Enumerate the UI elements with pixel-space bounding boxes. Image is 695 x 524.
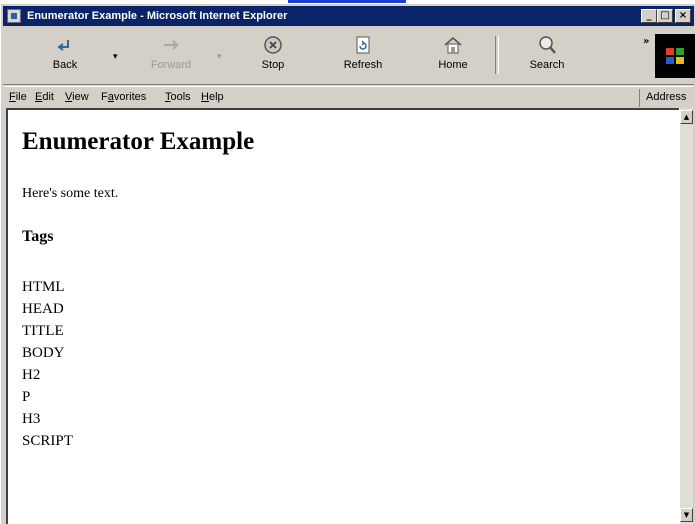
stop-icon [264,36,282,54]
tags-heading: Tags [22,228,54,245]
list-item: P [22,389,31,405]
scroll-up-icon[interactable]: ▲ [680,110,693,124]
forward-dropdown-icon[interactable]: ▾ [217,52,222,62]
forward-arrow-icon [164,40,179,50]
refresh-button[interactable]: Refresh [337,32,389,80]
search-icon [539,36,556,54]
menu-edit[interactable]: Edit [35,90,54,104]
back-dropdown-icon[interactable]: ▾ [113,52,118,62]
list-item: BODY [22,345,65,361]
ie-page-icon [7,9,21,23]
minimize-button[interactable]: _ [641,9,657,23]
maximize-button[interactable]: □ [657,9,673,23]
search-label: Search [529,59,565,71]
link-fragment[interactable] [288,0,406,3]
toolbar-overflow-icon[interactable]: » [643,36,649,47]
windows-logo [655,34,695,78]
title-bar[interactable]: Enumerator Example - Microsoft Internet … [3,6,694,26]
menu-tools[interactable]: Tools [165,90,191,104]
standard-toolbar: Back ▾ Forward ▾ Stop Refresh Home Searc… [3,28,695,85]
stop-label: Stop [261,59,285,71]
menu-file[interactable]: File [9,90,27,104]
tag-list: HTML HEAD TITLE BODY H2 P H3 SCRIPT [22,276,73,452]
toolbar-separator [495,36,499,74]
home-label: Home [438,59,468,71]
forward-label: Forward [150,59,192,71]
windows-flag-icon [666,48,684,64]
stop-button[interactable]: Stop [251,32,295,80]
back-arrow-icon [57,40,69,51]
home-button[interactable]: Home [431,32,475,80]
list-item: HEAD [22,301,64,317]
list-item: H3 [22,411,41,427]
menu-view[interactable]: View [65,90,89,104]
menu-favorites[interactable]: Favorites [101,90,146,104]
close-button[interactable]: × [675,9,691,23]
refresh-label: Refresh [343,59,383,71]
back-label: Back [52,59,78,71]
vertical-scrollbar[interactable]: ▲ ▼ [679,108,693,524]
page-heading: Enumerator Example [22,128,255,155]
window-title: Enumerator Example - Microsoft Internet … [27,10,288,22]
list-item: SCRIPT [22,433,73,449]
page-text: Here's some text. [22,186,119,201]
list-item: H2 [22,367,41,383]
list-item: TITLE [22,323,64,339]
list-item: HTML [22,279,65,295]
menu-bar: File Edit View Favorites Tools Help Addr… [3,86,694,109]
forward-button[interactable]: Forward [143,32,199,80]
scroll-down-icon[interactable]: ▼ [680,508,693,522]
menu-help[interactable]: Help [201,90,224,104]
page-content: Enumerator Example Here's some text. Tag… [6,108,679,524]
refresh-icon [356,36,370,54]
address-label[interactable]: Address [639,89,695,107]
home-icon [444,37,462,54]
back-button[interactable]: Back [43,32,87,80]
search-button[interactable]: Search [521,32,573,80]
